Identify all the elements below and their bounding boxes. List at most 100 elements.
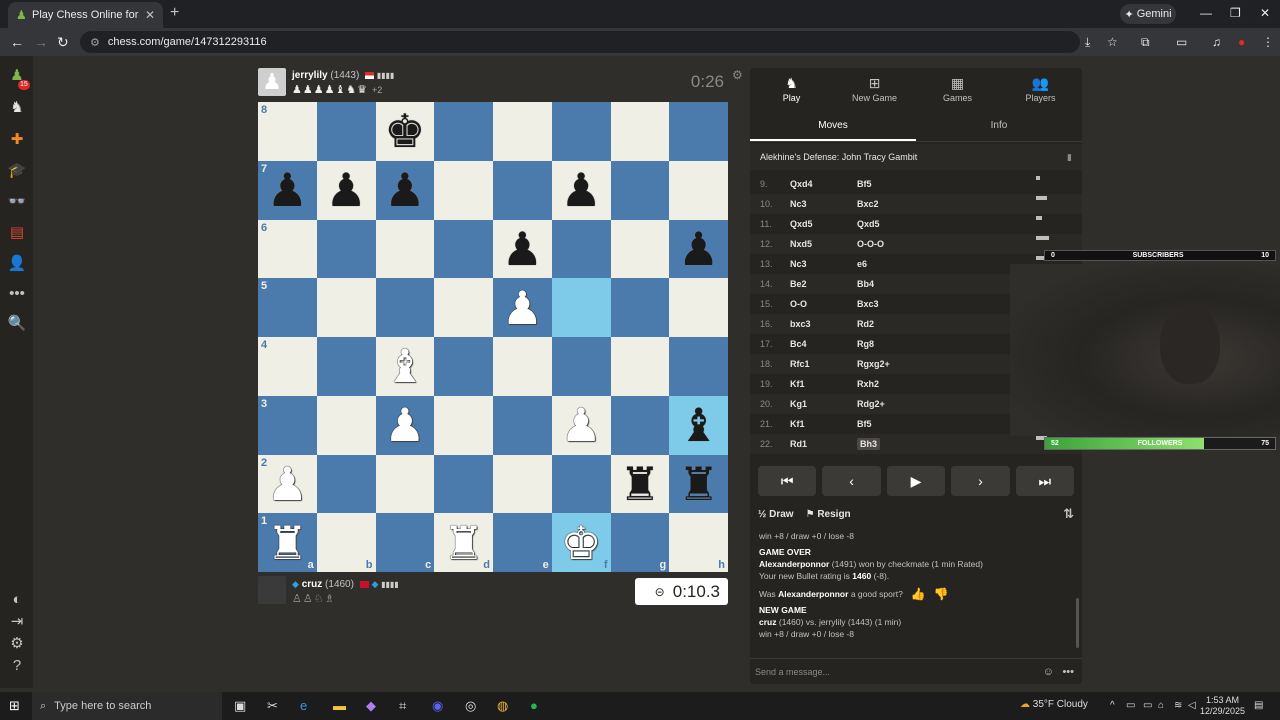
square-d6[interactable] xyxy=(434,219,493,279)
square-f6[interactable] xyxy=(551,219,611,279)
play-moves-button[interactable]: ▶ xyxy=(886,466,946,496)
top-player-avatar[interactable]: ♟ xyxy=(258,68,286,96)
snipping-tool-icon[interactable]: ✂ xyxy=(267,698,278,714)
square-g1[interactable]: g xyxy=(610,513,670,572)
book-icon[interactable]: ▮ xyxy=(1067,144,1072,170)
white-move[interactable]: Bc4 xyxy=(790,339,857,349)
square-g6[interactable] xyxy=(610,219,670,279)
tab-new-game[interactable]: ⊞ New Game xyxy=(833,68,916,110)
bottom-player-avatar[interactable] xyxy=(258,576,286,604)
square-c2[interactable] xyxy=(375,454,435,514)
square-e1[interactable]: e xyxy=(493,513,552,572)
square-h4[interactable] xyxy=(669,337,728,396)
square-d1[interactable]: d ♜ xyxy=(434,513,493,572)
square-a4[interactable]: 4 xyxy=(258,337,317,396)
black-move[interactable]: Bb4 xyxy=(857,279,924,289)
bookmark-star-icon[interactable]: ☆ xyxy=(1107,35,1118,49)
capcut-icon[interactable]: ⌗ xyxy=(399,698,406,714)
search-icon[interactable]: 🔍 xyxy=(7,314,27,334)
tray-app-icon[interactable]: ▭ xyxy=(1143,700,1152,711)
next-move-button[interactable]: › xyxy=(951,466,1010,496)
bottom-player-name[interactable]: cruz xyxy=(302,579,323,590)
top-player-name[interactable]: jerrylily xyxy=(292,70,328,81)
white-move[interactable]: O-O xyxy=(790,299,857,309)
square-g3[interactable] xyxy=(610,395,670,455)
media-icon[interactable]: ♫ xyxy=(1212,35,1221,49)
install-app-icon[interactable]: ⤓ xyxy=(1085,35,1090,49)
more-icon[interactable]: ••• xyxy=(7,284,27,304)
square-b4[interactable] xyxy=(316,337,376,396)
white-move[interactable]: Nxd5 xyxy=(790,239,857,249)
square-d8[interactable] xyxy=(434,102,493,161)
black-pawn-icon[interactable]: ♟ xyxy=(326,165,367,215)
tab-play[interactable]: ♞ Play xyxy=(750,68,833,110)
square-h8[interactable] xyxy=(669,102,728,161)
chat-scrollbar[interactable] xyxy=(1076,598,1079,648)
square-c4[interactable]: ♝ xyxy=(375,337,435,396)
white-pawn-icon[interactable]: ♟ xyxy=(502,283,543,333)
chat-winner-name[interactable]: Alexanderponnor xyxy=(759,559,829,569)
close-tab-icon[interactable]: ✕ xyxy=(145,8,155,22)
collapse-icon[interactable]: ⇥ xyxy=(7,612,27,632)
square-b5[interactable] xyxy=(316,278,376,337)
black-move[interactable]: e6 xyxy=(857,259,924,269)
square-b6[interactable] xyxy=(316,219,376,279)
square-e3[interactable] xyxy=(493,395,552,455)
square-e2[interactable] xyxy=(493,454,552,514)
new-tab-icon[interactable]: + xyxy=(170,5,179,21)
white-rook-icon[interactable]: ♜ xyxy=(267,518,308,568)
black-move[interactable]: Rdg2+ xyxy=(857,399,924,409)
reload-icon[interactable]: ↻ xyxy=(57,34,69,50)
file-explorer-icon[interactable]: ▬ xyxy=(333,698,346,714)
square-g2[interactable]: ♜ xyxy=(610,454,670,514)
square-e5[interactable]: ♟ xyxy=(493,278,552,337)
square-f3[interactable]: ♟ xyxy=(551,395,611,455)
white-move[interactable]: Kf1 xyxy=(790,379,857,389)
black-move[interactable]: Bxc2 xyxy=(857,199,924,209)
tab-moves[interactable]: Moves xyxy=(750,112,916,141)
emoji-icon[interactable]: ☺ xyxy=(1043,659,1054,685)
black-rook-icon[interactable]: ♜ xyxy=(619,459,660,509)
square-c3[interactable]: ♟ xyxy=(375,395,435,455)
square-a1[interactable]: 1 a ♜ xyxy=(258,513,317,572)
chrome-icon[interactable]: ◍ xyxy=(497,698,508,714)
tab-info[interactable]: Info xyxy=(916,112,1082,141)
back-icon[interactable]: ← xyxy=(10,34,24,50)
black-pawn-icon[interactable]: ♟ xyxy=(384,165,425,215)
task-view-icon[interactable]: ▣ xyxy=(234,698,246,714)
profile-icon[interactable]: ● xyxy=(1238,35,1245,49)
url-input[interactable]: ⚙ chess.com/game/147312293116 xyxy=(80,31,1080,53)
white-move[interactable]: Kf1 xyxy=(790,419,857,429)
square-a7[interactable]: 7 ♟ xyxy=(258,160,317,220)
thumbs-down-icon[interactable]: 👎 xyxy=(934,588,949,600)
black-bishop-icon[interactable]: ♝ xyxy=(678,400,719,450)
restore-icon[interactable]: ❐ xyxy=(1230,6,1241,20)
square-h7[interactable] xyxy=(669,160,728,220)
white-rook-icon[interactable]: ♜ xyxy=(443,518,484,568)
clock-widget[interactable]: 1:53 AM 12/29/2025 xyxy=(1200,695,1245,717)
black-pawn-icon[interactable]: ♟ xyxy=(502,224,543,274)
black-rook-icon[interactable]: ♜ xyxy=(678,459,719,509)
news-icon[interactable]: ▤ xyxy=(7,223,27,243)
white-pawn-icon[interactable]: ♟ xyxy=(384,400,425,450)
square-f8[interactable] xyxy=(551,102,611,161)
resign-button[interactable]: ⚑ Resign xyxy=(806,509,851,520)
last-move-button[interactable]: ⏭ xyxy=(1015,466,1075,496)
square-h1[interactable]: h xyxy=(669,513,728,572)
square-a6[interactable]: 6 xyxy=(258,219,317,279)
white-move[interactable]: Rfc1 xyxy=(790,359,857,369)
white-move[interactable]: Nc3 xyxy=(790,199,857,209)
chess-board[interactable]: 8 ♚ 7 ♟ ♟ ♟ ♟ 6 ♟ ♟ 5 ♟ 4 ♝ 3 ♟ ♟ ♝ 2 ♟ ♜ ♜ 1 a ♜ b c d ♜ e f ♚ g h xyxy=(258,102,728,572)
discord-icon[interactable]: ◉ xyxy=(432,698,443,714)
black-move[interactable]: Rgxg2+ xyxy=(857,359,924,369)
square-g8[interactable] xyxy=(610,102,670,161)
chat-message-input[interactable]: Send a message... ☺ ••• xyxy=(750,658,1082,684)
watch-icon[interactable]: 👓 xyxy=(7,192,27,212)
obs-icon[interactable]: ◎ xyxy=(465,698,476,714)
black-move[interactable]: Rxh2 xyxy=(857,379,924,389)
square-d5[interactable] xyxy=(434,278,493,337)
opening-name[interactable]: Alekhine's Defense: John Tracy Gambit ▮ xyxy=(750,144,1082,170)
previous-move-button[interactable]: ‹ xyxy=(822,466,881,496)
square-e4[interactable] xyxy=(493,337,552,396)
white-pawn-icon[interactable]: ♟ xyxy=(267,459,308,509)
